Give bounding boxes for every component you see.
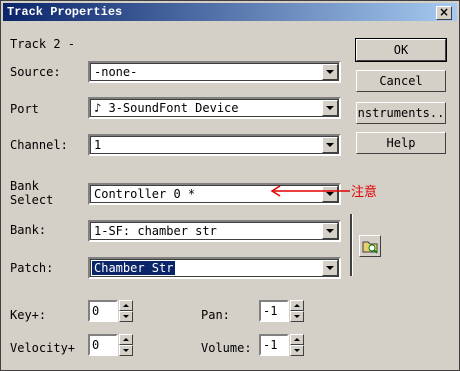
spin-down-icon[interactable]	[290, 311, 304, 322]
bank-select[interactable]: 1-SF: chamber str	[88, 220, 341, 242]
bank-patch-divider	[350, 214, 353, 276]
folder-icon	[362, 241, 378, 254]
track-label: Track 2 -	[10, 37, 76, 51]
patch-value: Chamber Str	[92, 261, 176, 275]
cancel-button[interactable]: Cancel	[356, 70, 446, 92]
key-label: Key+:	[10, 308, 47, 322]
source-label: Source:	[10, 65, 61, 79]
source-select[interactable]: -none-	[88, 61, 341, 83]
spin-down-icon[interactable]	[119, 311, 133, 322]
pan-field[interactable]: -1	[259, 300, 289, 322]
bank-select-label-line1: Bank	[10, 179, 39, 193]
window-title: Track Properties	[7, 5, 123, 19]
spin-down-icon[interactable]	[290, 345, 304, 356]
spin-down-icon[interactable]	[119, 345, 133, 356]
ok-button[interactable]: OK	[355, 38, 447, 62]
chevron-down-icon[interactable]	[322, 260, 338, 276]
bank-patch-browse-button[interactable]	[359, 235, 381, 257]
annotation-arrow-icon	[270, 185, 350, 197]
title-bar: Track Properties ×	[3, 3, 457, 21]
volume-field[interactable]: -1	[259, 334, 289, 356]
velocity-label: Velocity+	[10, 341, 76, 355]
pan-label: Pan:	[201, 308, 230, 322]
chevron-down-icon[interactable]	[322, 64, 338, 80]
velocity-field[interactable]: 0	[88, 334, 118, 356]
chevron-down-icon[interactable]	[322, 223, 338, 239]
chevron-down-icon[interactable]	[322, 100, 338, 116]
bank-select-value: Controller 0 *	[94, 187, 196, 201]
spin-up-icon[interactable]	[119, 300, 133, 311]
close-button[interactable]: ×	[436, 6, 452, 20]
spin-up-icon[interactable]	[290, 334, 304, 345]
help-button[interactable]: Help	[356, 132, 446, 154]
port-value: ♪ 3-SoundFont Device	[94, 101, 239, 115]
bank-select-label-line2: Select	[10, 193, 54, 207]
patch-select[interactable]: Chamber Str	[88, 257, 341, 279]
patch-label: Patch:	[10, 261, 54, 275]
chevron-down-icon[interactable]	[322, 137, 338, 153]
instruments-button[interactable]: nstruments..	[356, 102, 446, 124]
spin-up-icon[interactable]	[290, 300, 304, 311]
source-value: -none-	[94, 65, 138, 79]
track-properties-dialog: Track Properties × Track 2 - Source: -no…	[0, 0, 460, 371]
volume-label: Volume:	[201, 341, 252, 355]
bank-value: 1-SF: chamber str	[94, 224, 217, 238]
port-select[interactable]: ♪ 3-SoundFont Device	[88, 97, 341, 119]
channel-value: 1	[94, 138, 102, 152]
spin-up-icon[interactable]	[119, 334, 133, 345]
key-field[interactable]: 0	[88, 300, 118, 322]
port-label: Port	[10, 102, 39, 116]
channel-label: Channel:	[10, 138, 68, 152]
bank-label: Bank:	[10, 223, 47, 237]
annotation-note: 注意	[351, 185, 378, 200]
channel-select[interactable]: 1	[88, 134, 341, 156]
